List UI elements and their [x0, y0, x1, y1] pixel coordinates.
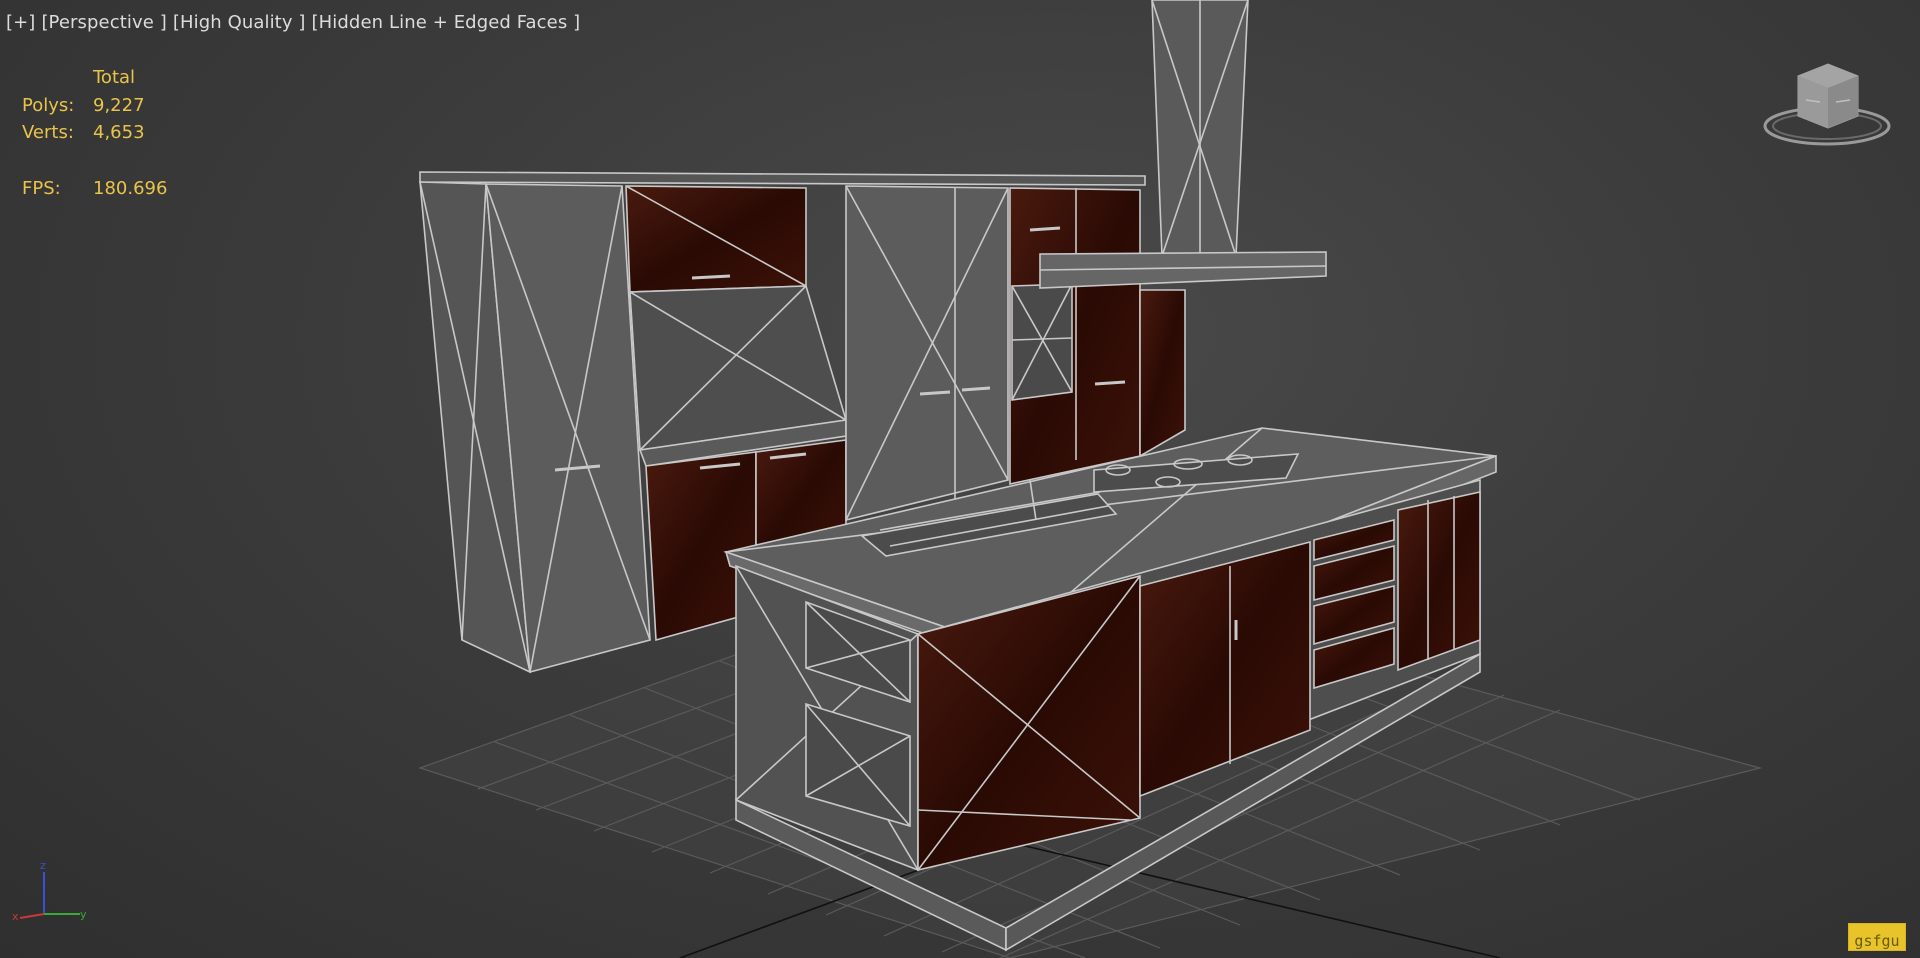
viewport-view-menu[interactable]: [Perspective ]	[41, 12, 166, 33]
corner-object-label[interactable]: gsfgu	[1848, 923, 1906, 951]
stats-verts-label: Verts:	[22, 122, 74, 143]
stats-polys-value: 9,227	[93, 94, 145, 116]
svg-text:z: z	[40, 860, 46, 872]
axis-tripod-icon: z y x	[12, 860, 87, 922]
viewport-shading-menu[interactable]: [Hidden Line + Edged Faces ]	[312, 12, 581, 33]
svg-text:x: x	[12, 910, 19, 922]
stats-fps-value: 180.696	[93, 177, 168, 199]
viewport-statistics: Total Polys: 9,227 Verts: 4,653 FPS: 180…	[22, 64, 167, 202]
stats-verts-value: 4,653	[93, 122, 145, 143]
viewport-perspective[interactable]: [+] [Perspective ] [High Quality ] [Hidd…	[0, 0, 1920, 958]
stats-total-header: Total	[93, 67, 136, 88]
stats-polys-label: Polys:	[22, 94, 75, 116]
kitchen-scene	[418, 0, 1763, 958]
viewport-plus-menu[interactable]: [+]	[6, 12, 35, 33]
stats-fps-label: FPS:	[22, 177, 61, 199]
svg-text:y: y	[80, 908, 87, 921]
viewport-quality-menu[interactable]: [High Quality ]	[173, 12, 306, 33]
viewport-label-menu: [+] [Perspective ] [High Quality ] [Hidd…	[6, 12, 580, 33]
viewcube-icon[interactable]	[1762, 62, 1892, 148]
